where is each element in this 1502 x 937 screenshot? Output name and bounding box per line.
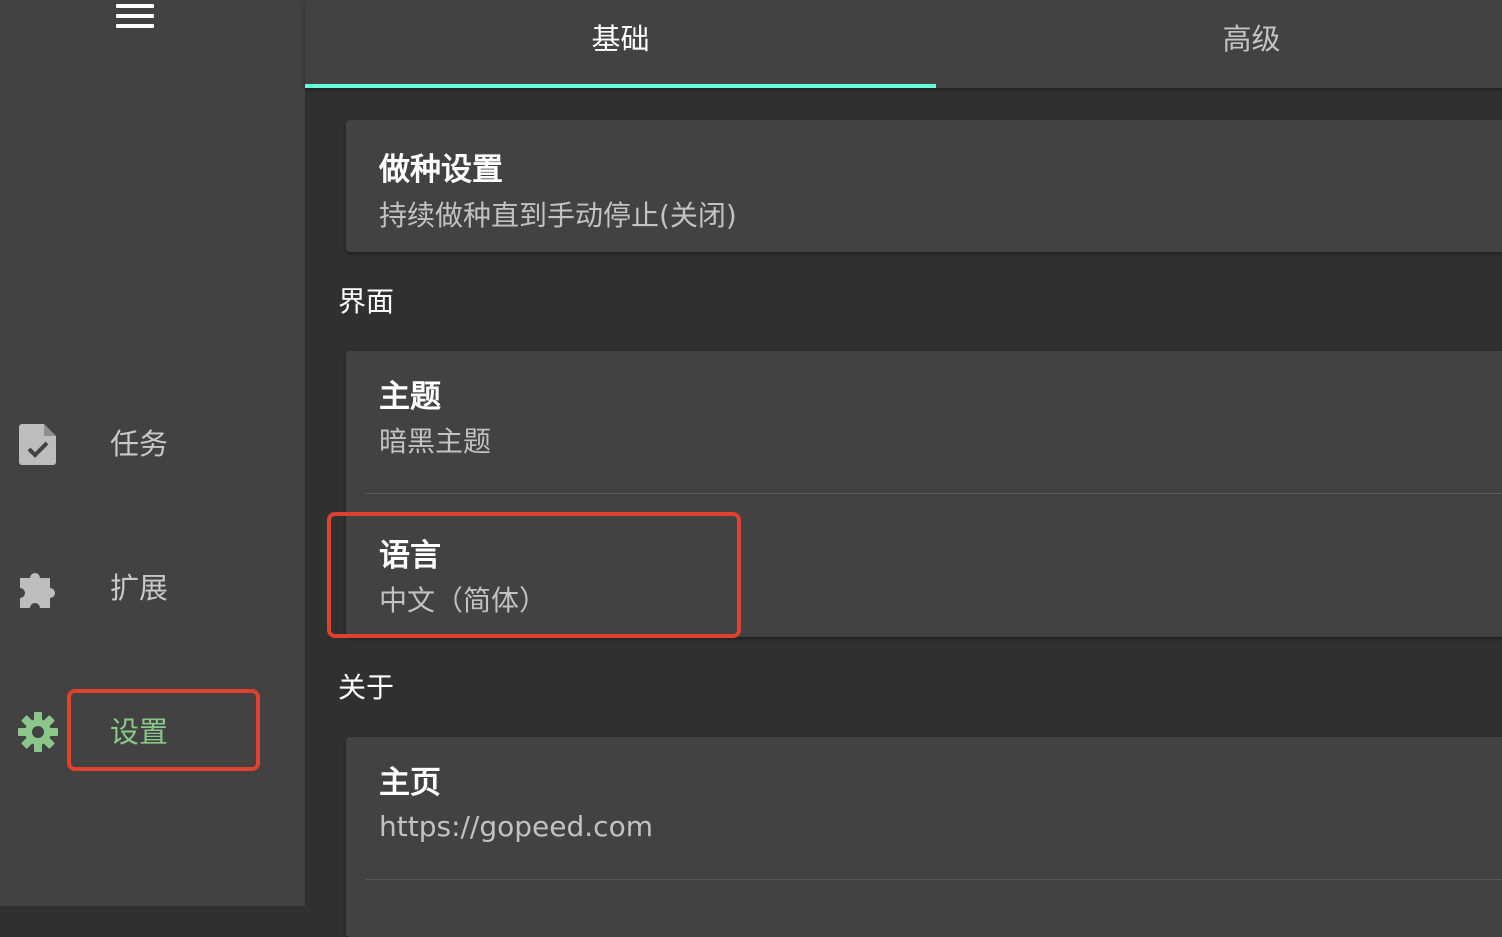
tab-label: 高级 — [1222, 22, 1281, 56]
puzzle-piece-icon — [20, 573, 55, 608]
tab-bar: 基础 高级 — [305, 0, 1502, 88]
language-title: 语言 — [379, 538, 441, 574]
divider — [366, 879, 1502, 880]
section-header-about: 关于 — [338, 671, 395, 704]
sidebar-item-label: 设置 — [110, 715, 169, 749]
tab-label: 基础 — [591, 22, 650, 56]
task-file-check-icon — [19, 424, 56, 465]
homepage-value: https://gopeed.com — [379, 810, 653, 843]
language-value: 中文（简体） — [379, 584, 548, 617]
sidebar-item-tasks[interactable]: 任务 — [0, 404, 305, 484]
hamburger-menu-icon[interactable] — [116, 2, 156, 32]
tab-advanced[interactable]: 高级 — [936, 0, 1502, 88]
section-header-interface: 界面 — [338, 285, 395, 318]
tab-indicator — [305, 84, 936, 88]
seeding-title: 做种设置 — [379, 152, 503, 188]
sidebar-item-settings[interactable]: 设置 — [0, 692, 305, 772]
homepage-title: 主页 — [379, 765, 441, 801]
sidebar-item-extensions[interactable]: 扩展 — [0, 548, 305, 628]
theme-title: 主题 — [379, 379, 441, 415]
interface-card: 主题 暗黑主题 语言 中文（简体） — [346, 351, 1502, 637]
about-card: 主页 https://gopeed.com — [346, 737, 1502, 937]
gear-icon — [18, 712, 58, 752]
tab-basic[interactable]: 基础 — [305, 0, 936, 88]
theme-setting-row[interactable]: 主题 暗黑主题 — [346, 351, 1502, 494]
seeding-value: 持续做种直到手动停止(关闭) — [379, 199, 737, 232]
homepage-setting-row[interactable]: 主页 https://gopeed.com — [346, 737, 1502, 880]
seeding-setting-row[interactable]: 做种设置 持续做种直到手动停止(关闭) — [346, 120, 1502, 252]
sidebar: 任务 扩展 设置 — [0, 0, 305, 906]
seeding-card: 做种设置 持续做种直到手动停止(关闭) — [346, 120, 1502, 252]
language-setting-row[interactable]: 语言 中文（简体） — [346, 494, 1502, 637]
sidebar-item-label: 扩展 — [110, 571, 169, 605]
theme-value: 暗黑主题 — [379, 425, 492, 458]
sidebar-item-label: 任务 — [110, 427, 169, 461]
